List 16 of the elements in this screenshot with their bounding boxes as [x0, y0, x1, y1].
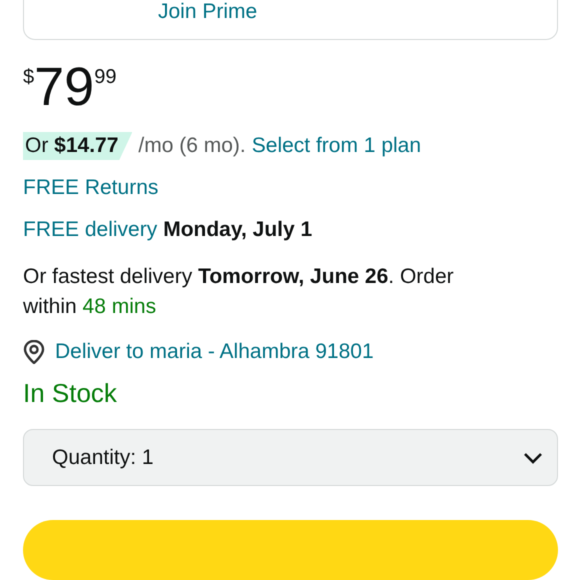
select-plan-link[interactable]: Select from 1 plan — [252, 134, 422, 158]
quantity-dropdown[interactable]: Quantity: 1 — [23, 429, 558, 486]
price-fraction: 99 — [94, 66, 116, 90]
price-whole: 79 — [34, 60, 94, 114]
installment-terms: /mo (6 mo). — [138, 134, 246, 158]
free-returns-link[interactable]: FREE Returns — [23, 176, 158, 200]
deliver-to-link[interactable]: Deliver to maria - Alhambra 91801 — [55, 340, 374, 364]
chevron-down-icon — [523, 452, 543, 464]
delivery-date: Monday, July 1 — [163, 218, 312, 242]
free-delivery-link[interactable]: FREE delivery — [23, 218, 158, 242]
location-pin-icon — [23, 340, 45, 364]
stock-status: In Stock — [23, 378, 117, 410]
currency-symbol: $ — [23, 66, 34, 90]
join-prime-link[interactable]: Join Prime — [158, 0, 258, 24]
fastest-delivery-text: Or fastest delivery Tomorrow, June 26. Order within 48 mins — [23, 264, 455, 320]
installment-offer: Or $14.77 — [23, 132, 132, 160]
